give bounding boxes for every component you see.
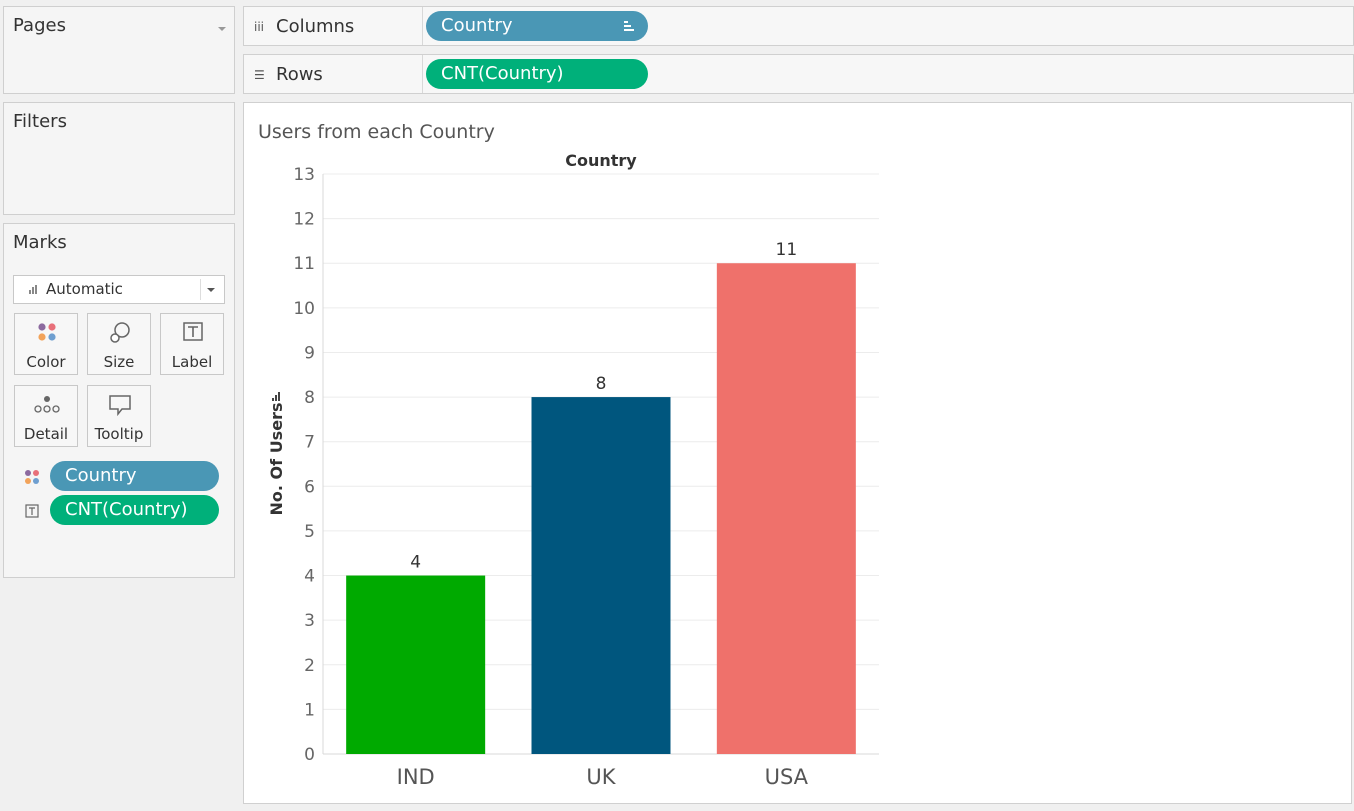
filters-title: Filters: [13, 111, 67, 132]
data-label: 11: [776, 240, 798, 260]
text-label-icon: [25, 504, 39, 518]
marks-title: Marks: [13, 232, 67, 253]
color-button[interactable]: Color: [14, 313, 78, 375]
tooltip-icon: [109, 395, 131, 416]
sort-descending-icon[interactable]: [624, 21, 634, 31]
sort-indicator-icon[interactable]: [275, 395, 277, 401]
marks-pill-row-color: Country: [24, 461, 224, 491]
size-button[interactable]: Size: [87, 313, 151, 375]
y-tick-label: 7: [304, 433, 315, 453]
bar-uk[interactable]: [531, 397, 671, 754]
color-icon: [38, 323, 56, 341]
x-tick-label: USA: [765, 765, 809, 789]
data-label: 4: [410, 553, 421, 573]
y-tick-label: 11: [293, 254, 315, 274]
tooltip-button-label: Tooltip: [94, 425, 144, 443]
y-tick-label: 6: [304, 477, 315, 497]
y-tick-label: 4: [304, 567, 315, 587]
columns-shelf[interactable]: iii Columns Country: [243, 6, 1354, 46]
y-tick-label: 12: [293, 210, 315, 230]
y-tick-label: 2: [304, 656, 315, 676]
y-tick-label: 9: [304, 343, 315, 363]
rows-cnt-country-pill[interactable]: CNT(Country): [426, 59, 648, 89]
pages-card[interactable]: Pages: [3, 6, 235, 94]
marks-cnt-country-pill[interactable]: CNT(Country): [50, 495, 219, 525]
dropdown-divider: [200, 279, 201, 300]
bar-chart-icon: [29, 285, 39, 294]
mark-type-value: Automatic: [46, 280, 123, 298]
y-tick-label: 10: [293, 299, 315, 319]
y-tick-label: 3: [304, 611, 315, 631]
detail-icon: [34, 396, 60, 413]
detail-button[interactable]: Detail: [14, 385, 78, 447]
label-button-label: Label: [171, 353, 213, 371]
size-button-label: Size: [103, 353, 135, 371]
y-tick-label: 1: [304, 700, 315, 720]
marks-card: Marks Automatic Color Size Label Detail …: [3, 223, 235, 578]
color-button-label: Color: [26, 353, 66, 371]
y-tick-label: 0: [304, 745, 315, 765]
columns-pill-label: Country: [441, 15, 513, 36]
y-tick-label: 13: [293, 165, 315, 185]
label-button[interactable]: Label: [160, 313, 224, 375]
bar-ind[interactable]: [346, 575, 486, 754]
data-label: 8: [596, 374, 607, 394]
columns-country-pill[interactable]: Country: [426, 11, 648, 41]
pages-title: Pages: [13, 15, 66, 36]
x-tick-label: UK: [586, 765, 616, 789]
bar-usa[interactable]: [716, 263, 856, 754]
rows-pill-label: CNT(Country): [441, 63, 564, 84]
text-label-icon: [183, 322, 203, 341]
columns-icon: iii: [254, 20, 265, 34]
rows-shelf[interactable]: ☰ Rows CNT(Country): [243, 54, 1354, 94]
sort-indicator-icon[interactable]: [278, 392, 280, 401]
marks-country-pill[interactable]: Country: [50, 461, 219, 491]
chevron-down-icon[interactable]: [207, 288, 215, 292]
sort-indicator-icon[interactable]: [272, 398, 274, 401]
shelf-divider: [422, 7, 423, 45]
color-encoding-icon: [25, 470, 39, 484]
size-icon: [110, 322, 130, 343]
rows-shelf-label: Rows: [276, 64, 323, 85]
detail-button-label: Detail: [23, 425, 69, 443]
columns-shelf-label: Columns: [276, 16, 355, 37]
x-tick-label: IND: [397, 765, 435, 789]
filters-card[interactable]: Filters: [3, 102, 235, 215]
y-axis-title: No. Of Users: [267, 403, 286, 516]
mark-type-dropdown[interactable]: Automatic: [13, 275, 225, 304]
shelf-divider: [422, 55, 423, 93]
tooltip-button[interactable]: Tooltip: [87, 385, 151, 447]
marks-pill-row-label: CNT(Country): [24, 495, 224, 525]
y-tick-label: 5: [304, 522, 315, 542]
y-tick-label: 8: [304, 388, 315, 408]
bar-chart: 0123456789101112134IND8UK11USANo. Of Use…: [267, 165, 879, 789]
rows-icon: ☰: [254, 68, 265, 82]
pages-dropdown-icon[interactable]: [218, 27, 226, 31]
